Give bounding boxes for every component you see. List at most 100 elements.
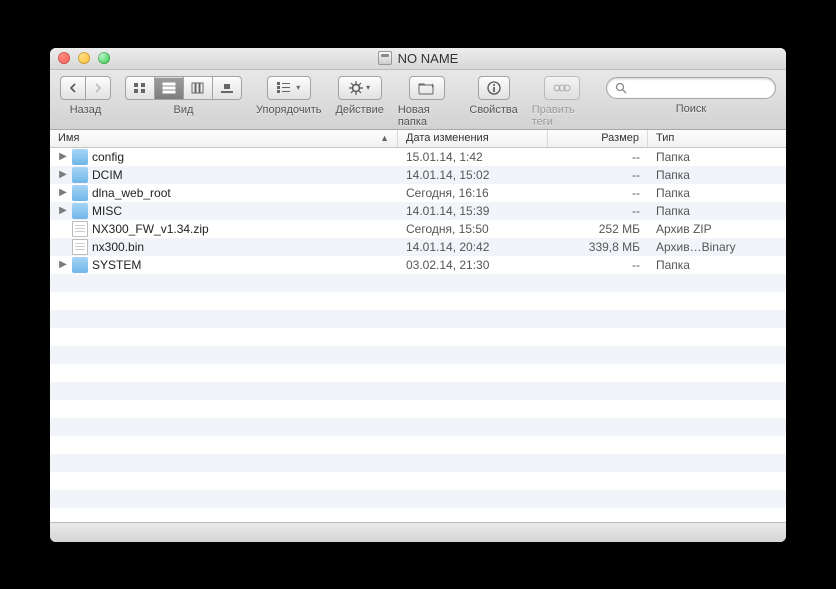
table-row: [50, 328, 786, 346]
file-date: 15.01.14, 1:42: [398, 150, 548, 164]
table-row: [50, 346, 786, 364]
action-group: ▾ Действие: [335, 76, 383, 116]
header-date[interactable]: Дата изменения: [398, 130, 548, 147]
header-type-label: Тип: [656, 132, 674, 144]
column-headers: Имя ▲ Дата изменения Размер Тип: [50, 130, 786, 148]
traffic-lights: [58, 52, 110, 64]
toolbar: Назад Вид ▾: [50, 70, 786, 130]
info-label: Свойства: [469, 104, 517, 116]
search-field[interactable]: [606, 77, 776, 99]
table-row: [50, 490, 786, 508]
file-size: --: [548, 204, 648, 218]
file-type: Папка: [648, 150, 786, 164]
folder-icon: [72, 257, 88, 273]
table-row[interactable]: NX300_FW_v1.34.zip Сегодня, 15:50252 МБАр…: [50, 220, 786, 238]
view-group: Вид: [125, 76, 242, 116]
file-size: --: [548, 258, 648, 272]
tags-label: Править теги: [532, 104, 592, 128]
arrange-label: Упорядочить: [256, 104, 321, 116]
table-row: [50, 454, 786, 472]
disclosure-triangle-icon[interactable]: ▶: [58, 151, 68, 162]
back-button[interactable]: [60, 76, 86, 100]
minimize-icon[interactable]: [78, 52, 90, 64]
table-row[interactable]: ▶DCIM14.01.14, 15:02--Папка: [50, 166, 786, 184]
folder-icon: [72, 185, 88, 201]
chevron-left-icon: [68, 83, 78, 93]
forward-button[interactable]: [86, 76, 111, 100]
file-list: ▶config15.01.14, 1:42--Папка▶DCIM14.01.1…: [50, 148, 786, 522]
table-row[interactable]: ▶SYSTEM03.02.14, 21:30--Папка: [50, 256, 786, 274]
sort-ascending-icon: ▲: [380, 133, 389, 143]
disclosure-triangle-icon[interactable]: ▶: [58, 187, 68, 198]
file-icon: [72, 221, 88, 237]
table-row: [50, 436, 786, 454]
folder-icon: [72, 203, 88, 219]
header-name-label: Имя: [58, 132, 79, 144]
action-button[interactable]: ▾: [338, 76, 382, 100]
list-icon: [162, 82, 176, 94]
window-title-text: NO NAME: [398, 51, 459, 66]
table-row[interactable]: ▶ config 15.01.14, 1:42--Папка: [50, 148, 786, 166]
info-button[interactable]: [478, 76, 510, 100]
search-icon: [615, 82, 627, 94]
window-title: NO NAME: [378, 51, 459, 66]
column-view-button[interactable]: [184, 76, 213, 100]
finder-window: NO NAME Назад: [50, 48, 786, 542]
header-name[interactable]: Имя ▲: [50, 130, 398, 147]
header-size-label: Размер: [601, 132, 639, 144]
file-name: SYSTEM: [92, 258, 141, 272]
file-type: Архив ZIP: [648, 222, 786, 236]
file-name: NX300_FW_v1.34.zip: [92, 222, 209, 236]
header-type[interactable]: Тип: [648, 130, 786, 147]
coverflow-icon: [220, 82, 234, 94]
grid-icon: [133, 82, 147, 94]
file-date: 14.01.14, 15:39: [398, 204, 548, 218]
icon-view-button[interactable]: [125, 76, 155, 100]
file-size: 339,8 МБ: [548, 240, 648, 254]
folder-icon: [72, 167, 88, 183]
newfolder-group: + Новая папка: [398, 76, 456, 128]
svg-text:+: +: [430, 81, 435, 90]
disclosure-triangle-icon[interactable]: ▶: [58, 259, 68, 270]
action-label: Действие: [335, 104, 383, 116]
file-type: Папка: [648, 186, 786, 200]
file-size: 252 МБ: [548, 222, 648, 236]
table-row: [50, 274, 786, 292]
tags-icon: [552, 82, 572, 94]
coverflow-view-button[interactable]: [213, 76, 242, 100]
status-bar: [50, 522, 786, 542]
table-row[interactable]: ▶ MISC 14.01.14, 15:39--Папка: [50, 202, 786, 220]
disclosure-triangle-icon[interactable]: ▶: [58, 169, 68, 180]
table-row[interactable]: nx300.bin14.01.14, 20:42339,8 МБАрхив…Bi…: [50, 238, 786, 256]
header-size[interactable]: Размер: [548, 130, 648, 147]
zoom-icon[interactable]: [98, 52, 110, 64]
file-type: Папка: [648, 204, 786, 218]
file-name: config: [92, 150, 124, 164]
search-label: Поиск: [676, 103, 706, 115]
table-row: [50, 418, 786, 436]
info-group: Свойства: [469, 76, 517, 116]
titlebar: NO NAME: [50, 48, 786, 70]
columns-icon: [191, 82, 205, 94]
search-input[interactable]: [631, 81, 767, 95]
newfolder-label: Новая папка: [398, 104, 456, 128]
file-type: Архив…Binary: [648, 240, 786, 254]
close-icon[interactable]: [58, 52, 70, 64]
file-size: --: [548, 150, 648, 164]
file-date: Сегодня, 15:50: [398, 222, 548, 236]
newfolder-button[interactable]: +: [409, 76, 445, 100]
file-size: --: [548, 168, 648, 182]
chevron-right-icon: [93, 83, 103, 93]
folder-plus-icon: +: [418, 81, 436, 95]
tags-button[interactable]: [544, 76, 580, 100]
file-type: Папка: [648, 168, 786, 182]
table-row: [50, 400, 786, 418]
disclosure-triangle-icon[interactable]: ▶: [58, 205, 68, 216]
table-row: [50, 508, 786, 522]
list-view-button[interactable]: [155, 76, 184, 100]
arrange-button[interactable]: ▾: [267, 76, 311, 100]
file-name: MISC: [92, 204, 122, 218]
table-row[interactable]: ▶dlna_web_rootСегодня, 16:16--Папка: [50, 184, 786, 202]
file-name: dlna_web_root: [92, 186, 171, 200]
file-name: DCIM: [92, 168, 123, 182]
